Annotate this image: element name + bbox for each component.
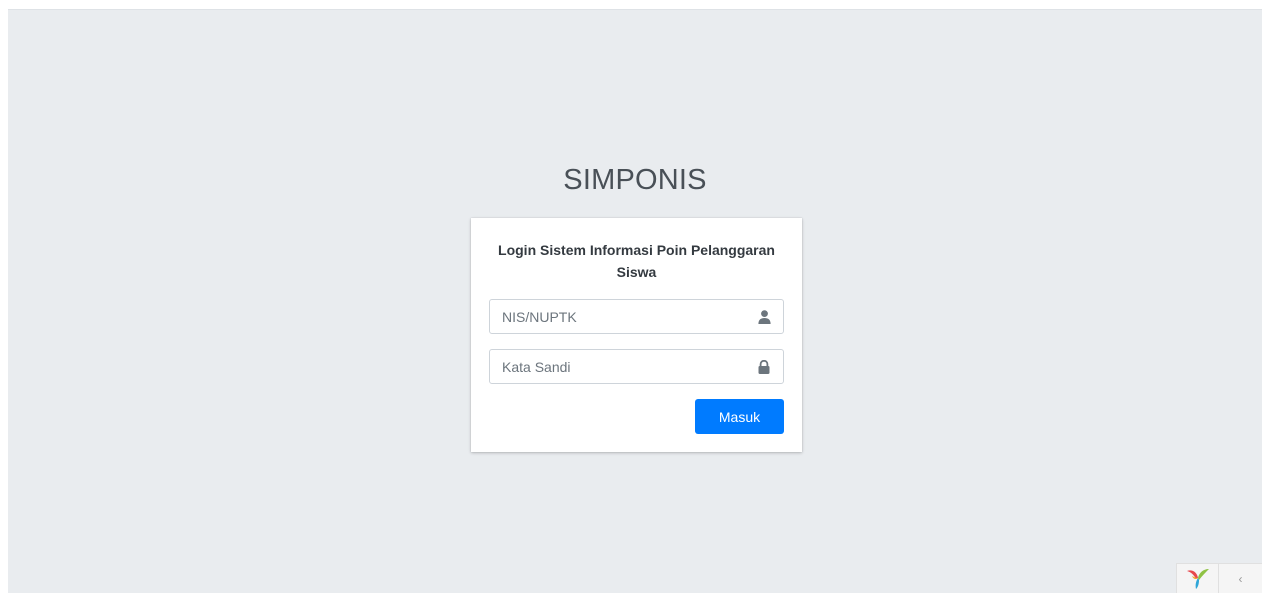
login-button[interactable]: Masuk xyxy=(695,399,784,434)
password-field-group xyxy=(489,349,784,384)
chevron-left-icon[interactable]: ‹ xyxy=(1218,563,1262,593)
yii-logo-icon[interactable] xyxy=(1176,563,1218,593)
username-field-group xyxy=(489,299,784,334)
password-input[interactable] xyxy=(490,350,745,383)
lock-icon xyxy=(745,350,783,383)
debug-toggle-symbol: ‹ xyxy=(1238,571,1243,586)
login-page: SIMPONIS Login Sistem Informasi Poin Pel… xyxy=(8,9,1262,593)
debug-toolbar: ‹ xyxy=(1176,563,1262,593)
login-heading: Login Sistem Informasi Poin Pelanggaran … xyxy=(498,242,775,280)
user-icon xyxy=(745,300,783,333)
login-card: Login Sistem Informasi Poin Pelanggaran … xyxy=(471,218,802,452)
app-title: SIMPONIS xyxy=(563,164,707,196)
username-input[interactable] xyxy=(490,300,745,333)
